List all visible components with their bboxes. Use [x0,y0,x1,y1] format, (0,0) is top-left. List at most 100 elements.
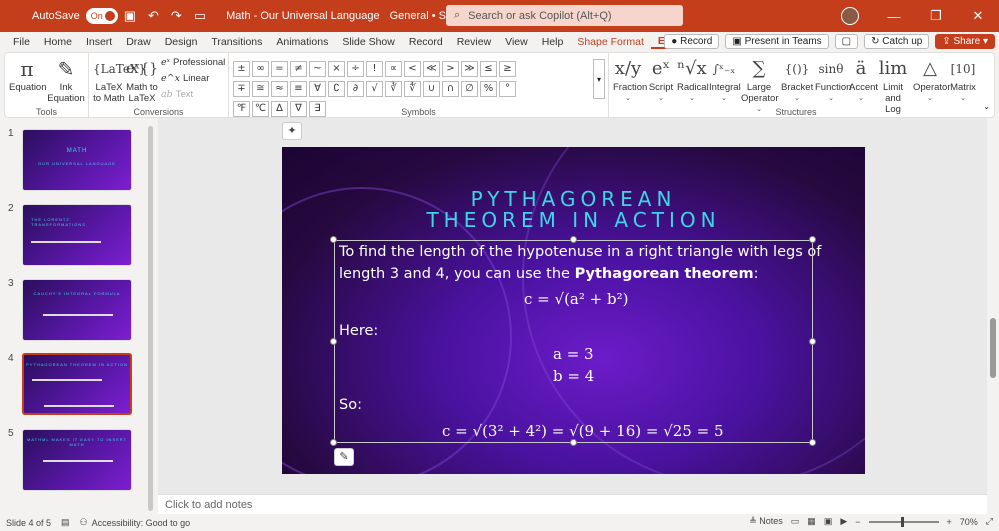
symbol-button[interactable]: ± [233,61,250,77]
structure-function-button[interactable]: sinθ Function ⌄ [815,56,851,104]
tab-transitions[interactable]: Transitions [204,36,269,48]
share-button[interactable]: ⇪ Share ▾ [935,34,995,49]
symbol-button[interactable]: % [480,81,497,97]
symbol-button[interactable]: ∞ [252,61,269,77]
normal-view-icon[interactable]: ▭ [791,516,800,527]
symbol-button[interactable]: = [271,61,288,77]
undo-icon[interactable]: ↶ [148,8,159,24]
resize-handle[interactable] [809,439,816,446]
tab-slide-show[interactable]: Slide Show [335,36,402,48]
structure-operator-button[interactable]: △ Operator ⌄ [913,56,951,104]
resize-handle[interactable] [570,439,577,446]
comments-button[interactable]: ▢ [834,34,859,49]
symbol-button[interactable]: ≥ [499,61,516,77]
tab-home[interactable]: Home [37,36,79,48]
structure-radical-button[interactable]: ⁿ√x Radical ⌄ [677,56,709,104]
notes-pane[interactable]: Click to add notes [158,494,987,514]
symbol-button[interactable]: > [442,61,459,77]
tab-draw[interactable]: Draw [119,36,158,48]
fit-to-window-icon[interactable]: ⤢ [986,516,993,527]
notes-button[interactable]: ≜ Notes [749,516,783,527]
collapse-ribbon-icon[interactable]: ⌄ [983,102,990,111]
zoom-in-icon[interactable]: + [947,517,952,527]
text-box-selection[interactable] [334,240,813,443]
tab-design[interactable]: Design [158,36,205,48]
symbol-button[interactable]: ° [499,81,516,97]
redo-icon[interactable]: ↷ [171,8,182,24]
symbol-button[interactable]: ≅ [252,81,269,97]
present-in-teams-button[interactable]: ▣ Present in Teams [725,34,829,49]
minimize-icon[interactable]: — [873,9,915,24]
symbol-button[interactable]: ∪ [423,81,440,97]
resize-handle[interactable] [570,236,577,243]
structure-accent-button[interactable]: ä Accent ⌄ [849,56,878,104]
symbol-button[interactable]: ∁ [328,81,345,97]
thumbnail-scrollbar[interactable] [148,126,153,511]
structure-script-button[interactable]: eˣ Script ⌄ [647,56,675,104]
tab-animations[interactable]: Animations [269,36,335,48]
symbol-button[interactable]: ≤ [480,61,497,77]
symbol-button[interactable]: ≡ [290,81,307,97]
search-box[interactable]: ⌕ Search or ask Copilot (Alt+Q) [446,5,683,26]
slide-thumbnail-3[interactable]: CAUCHY'S INTEGRAL FORMULA [22,279,132,341]
designer-icon[interactable]: ✦ [282,122,302,140]
zoom-level[interactable]: 70% [960,517,978,527]
professional-option[interactable]: eˣ Professional [161,57,225,68]
symbol-button[interactable]: × [328,61,345,77]
record-button[interactable]: ● Record [664,34,720,49]
zoom-slider[interactable] [868,516,939,527]
symbol-button[interactable]: ÷ [347,61,364,77]
slide-thumbnail-5[interactable]: MATHML MAKES IT EASY TO INSERT MATH [22,429,132,491]
autosave-toggle[interactable]: On [85,8,118,24]
ink-equation-button[interactable]: ✎ Ink Equation [47,56,85,104]
symbol-button[interactable]: ! [366,61,383,77]
equation-button[interactable]: π Equation [9,56,47,93]
symbol-button[interactable]: ∅ [461,81,478,97]
save-icon[interactable]: ▣ [124,8,136,24]
present-icon[interactable]: ▭ [194,8,206,24]
close-icon[interactable]: ✕ [957,8,999,24]
symbol-button[interactable]: ≠ [290,61,307,77]
slideshow-icon[interactable]: ▶ [840,516,847,527]
accessibility-status[interactable]: Accessibility: Good to go [92,518,191,528]
resize-handle[interactable] [330,439,337,446]
tab-review[interactable]: Review [450,36,498,48]
symbol-button[interactable]: ∩ [442,81,459,97]
resize-handle[interactable] [330,236,337,243]
symbol-button[interactable]: ∀ [309,81,326,97]
text-option[interactable]: ab Text [161,89,193,100]
symbol-button[interactable]: ~ [309,61,326,77]
catch-up-button[interactable]: ↻ Catch up [864,34,930,49]
canvas-scrollbar[interactable] [987,118,999,494]
tab-insert[interactable]: Insert [79,36,119,48]
tab-file[interactable]: File [6,36,37,48]
symbol-button[interactable]: ≫ [461,61,478,77]
tab-shape-format[interactable]: Shape Format [570,36,651,48]
symbols-more-icon[interactable]: ▾ [593,59,605,99]
resize-handle[interactable] [809,236,816,243]
symbol-button[interactable]: √ [366,81,383,97]
math-to-latex-button[interactable]: eˣ{} Math to LaTeX [125,56,159,104]
symbol-button[interactable]: ∝ [385,61,402,77]
symbol-button[interactable]: ∂ [347,81,364,97]
latex-to-math-button[interactable]: {LaTeX} LaTeX to Math [93,56,146,104]
structure-matrix-button[interactable]: [10] Matrix ⌄ [949,56,977,104]
spellcheck-icon[interactable]: ▤ [61,517,70,528]
zoom-out-icon[interactable]: − [855,517,860,527]
linear-option[interactable]: e^x Linear [161,73,209,84]
tab-help[interactable]: Help [535,36,571,48]
structure-bracket-button[interactable]: {()} Bracket ⌄ [781,56,813,104]
avatar[interactable] [841,7,859,25]
resize-handle[interactable] [330,338,337,345]
symbol-button[interactable]: ∓ [233,81,250,97]
structure-fraction-button[interactable]: x/y Fraction ⌄ [613,56,647,104]
structure-integral-button[interactable]: ∫ˣ₋ₓ Integral ⌄ [709,56,741,104]
slide-thumbnail-4[interactable]: PYTHAGOREAN THEOREM IN ACTION [22,353,132,415]
tab-record[interactable]: Record [402,36,450,48]
slide-sorter-icon[interactable]: ▦ [807,516,816,527]
symbol-button[interactable]: ∜ [404,81,421,97]
slide-thumbnail-1[interactable]: MATH OUR UNIVERSAL LANGUAGE [22,129,132,191]
tab-view[interactable]: View [498,36,535,48]
symbol-button[interactable]: ∛ [385,81,402,97]
symbol-button[interactable]: < [404,61,421,77]
